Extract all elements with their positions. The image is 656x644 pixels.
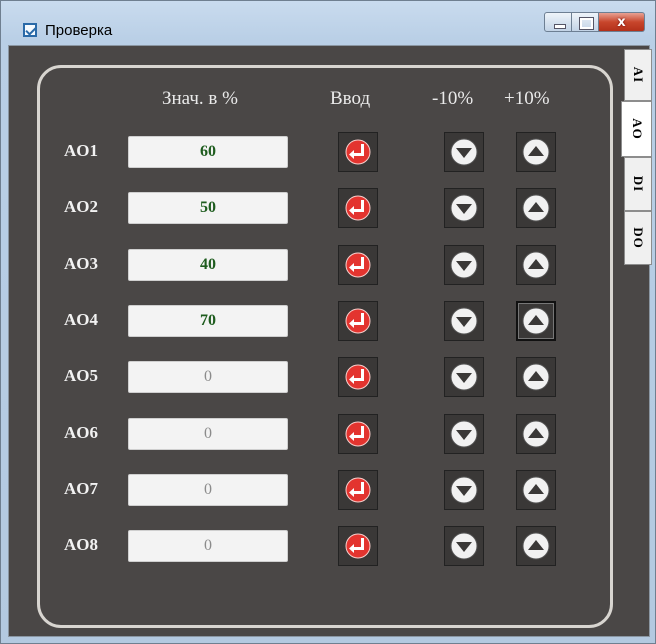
enter-button-ao1[interactable] bbox=[338, 132, 378, 172]
plus-10-button-ao3[interactable] bbox=[516, 244, 556, 285]
triangle-up-icon bbox=[522, 476, 550, 504]
enter-button-ao4[interactable] bbox=[338, 300, 378, 341]
triangle-up-icon bbox=[522, 194, 550, 222]
value-field-ao8[interactable]: 0 bbox=[128, 530, 288, 563]
minus-10-button-ao8[interactable] bbox=[444, 526, 484, 567]
tab-ai[interactable]: AI bbox=[624, 49, 652, 101]
triangle-down-icon bbox=[450, 532, 478, 560]
tab-ai-label: AI bbox=[631, 66, 646, 84]
tab-ao-label: AO bbox=[629, 118, 645, 140]
triangle-up-icon bbox=[522, 363, 550, 391]
value-field-ao7[interactable]: 0 bbox=[128, 473, 288, 506]
minimize-button[interactable] bbox=[544, 12, 572, 32]
triangle-up-icon bbox=[522, 251, 550, 279]
minus-10-button-ao4[interactable] bbox=[444, 300, 484, 341]
row-label-ao1: AO1 bbox=[64, 141, 98, 160]
minus-10-button-ao7[interactable] bbox=[444, 469, 484, 510]
tab-ao[interactable]: AO bbox=[621, 101, 652, 157]
triangle-down-icon bbox=[450, 307, 478, 335]
tab-di-label: DI bbox=[631, 175, 646, 193]
row-label-ao8: AO8 bbox=[64, 535, 98, 555]
row-label-ao2: AO2 bbox=[64, 197, 98, 217]
plus-10-button-ao5[interactable] bbox=[516, 357, 556, 398]
enter-arrow-icon bbox=[345, 477, 371, 503]
triangle-up-icon bbox=[522, 138, 550, 166]
maximize-button[interactable] bbox=[572, 12, 599, 32]
minus-10-button-ao6[interactable] bbox=[444, 413, 484, 454]
value-field-ao6[interactable]: 0 bbox=[128, 417, 288, 450]
value-field-ao4[interactable]: 70 bbox=[128, 304, 288, 337]
triangle-down-icon bbox=[450, 476, 478, 504]
enter-arrow-icon bbox=[345, 421, 371, 446]
window-title: Проверка bbox=[45, 22, 113, 39]
value-field-ao3[interactable]: 40 bbox=[128, 248, 288, 281]
plus-10-button-ao8[interactable] bbox=[516, 526, 556, 567]
tab-do[interactable]: DO bbox=[624, 211, 652, 265]
triangle-down-icon bbox=[450, 138, 478, 166]
row-label-ao4: AO4 bbox=[64, 309, 98, 329]
triangle-down-icon bbox=[450, 363, 478, 391]
triangle-down-icon bbox=[450, 251, 478, 279]
enter-button-ao5[interactable] bbox=[338, 357, 378, 398]
triangle-up-icon bbox=[522, 532, 550, 560]
minus-10-button-ao1[interactable] bbox=[444, 132, 484, 172]
header-minus: -10% bbox=[432, 88, 474, 109]
window-controls: x bbox=[544, 12, 645, 34]
row-label-ao7: AO7 bbox=[64, 478, 98, 498]
enter-arrow-icon bbox=[345, 139, 371, 165]
triangle-down-icon bbox=[450, 194, 478, 222]
header-value: Знач. в % bbox=[162, 88, 238, 109]
enter-arrow-icon bbox=[345, 364, 371, 390]
enter-button-ao2[interactable] bbox=[338, 188, 378, 229]
minus-10-button-ao2[interactable] bbox=[444, 188, 484, 229]
row-label-ao5: AO5 bbox=[64, 366, 98, 386]
row-label-ao6: AO6 bbox=[64, 422, 98, 442]
plus-10-button-ao2[interactable] bbox=[516, 188, 556, 229]
row-label-ao3: AO3 bbox=[64, 253, 98, 273]
title-bar[interactable]: Проверка x bbox=[1, 1, 656, 45]
close-icon: x bbox=[617, 15, 626, 30]
enter-button-ao3[interactable] bbox=[338, 244, 378, 285]
checkbox-app-icon bbox=[23, 23, 37, 37]
plus-10-button-ao1[interactable] bbox=[516, 132, 556, 172]
enter-arrow-icon bbox=[345, 252, 371, 278]
enter-arrow-icon bbox=[345, 533, 371, 559]
enter-button-ao8[interactable] bbox=[338, 526, 378, 567]
window: Проверка x bbox=[0, 0, 656, 644]
value-field-ao2[interactable]: 50 bbox=[128, 192, 288, 225]
minus-10-button-ao5[interactable] bbox=[444, 357, 484, 398]
triangle-up-icon bbox=[522, 307, 550, 335]
value-field-ao1[interactable]: 60 bbox=[128, 136, 288, 168]
plus-10-button-ao4[interactable] bbox=[516, 300, 556, 341]
enter-arrow-icon bbox=[345, 308, 371, 334]
header-plus: +10% bbox=[504, 88, 550, 109]
plus-10-button-ao6[interactable] bbox=[516, 413, 556, 454]
tab-di[interactable]: DI bbox=[624, 157, 652, 211]
triangle-down-icon bbox=[450, 420, 478, 447]
minus-10-button-ao3[interactable] bbox=[444, 244, 484, 285]
triangle-up-icon bbox=[522, 420, 550, 447]
header-enter: Ввод bbox=[330, 88, 371, 109]
enter-arrow-icon bbox=[345, 195, 371, 221]
value-field-ao5[interactable]: 0 bbox=[128, 361, 288, 394]
close-button[interactable]: x bbox=[599, 12, 645, 32]
enter-button-ao7[interactable] bbox=[338, 469, 378, 510]
tab-do-label: DO bbox=[631, 227, 646, 249]
plus-10-button-ao7[interactable] bbox=[516, 469, 556, 510]
enter-button-ao6[interactable] bbox=[338, 413, 378, 454]
